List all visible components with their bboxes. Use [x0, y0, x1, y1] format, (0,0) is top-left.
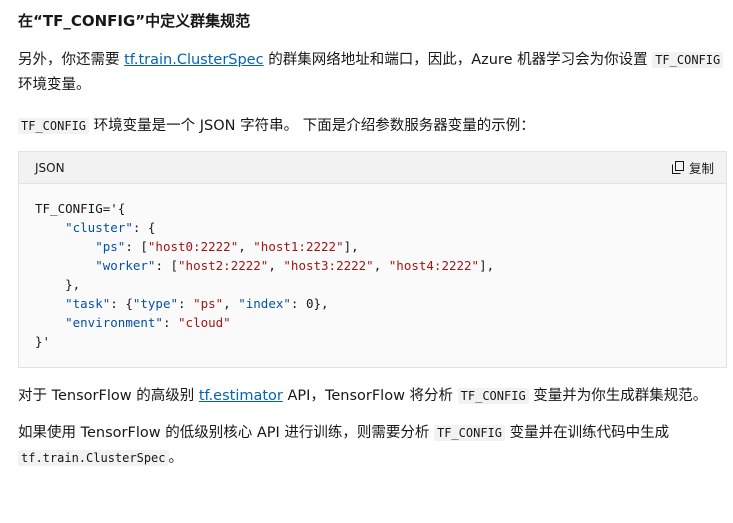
- code-key: "task": [65, 296, 111, 311]
- code-line: "worker": ["host2:2222", "host3:2222", "…: [95, 258, 495, 273]
- code-key: "ps": [95, 239, 126, 254]
- inline-code-cluster-spec: tf.train.ClusterSpec: [18, 450, 169, 466]
- code-string: "host4:2222": [388, 258, 480, 273]
- copy-label: 复制: [688, 161, 714, 176]
- code-key: "cluster": [65, 220, 133, 235]
- link-tf-estimator[interactable]: tf.estimator: [199, 388, 283, 404]
- code-line: TF_CONFIG='{: [35, 201, 126, 216]
- code-language-label: JSON: [35, 160, 65, 175]
- inline-code-tf-config: TF_CONFIG: [433, 425, 506, 441]
- text: 对于 TensorFlow 的高级别: [18, 388, 199, 404]
- code-string: "host1:2222": [253, 239, 344, 254]
- text: 变量并在训练代码中生成: [505, 425, 670, 441]
- inline-code-tf-config: TF_CONFIG: [457, 388, 529, 404]
- inline-code-tf-config: TF_CONFIG: [18, 118, 90, 134]
- paragraph-cluster-spec: 另外，你还需要 tf.train.ClusterSpec 的群集网络地址和端口，…: [18, 48, 726, 98]
- code-content[interactable]: TF_CONFIG='{ "cluster": { "ps": ["host0:…: [19, 184, 726, 367]
- text: 如果使用 TensorFlow 的低级别核心 API 进行训练，则需要分析: [18, 425, 434, 441]
- section-heading: 在“TF_CONFIG”中定义群集规范: [18, 12, 251, 30]
- inline-code-tf-config: TF_CONFIG: [652, 52, 724, 68]
- code-block-header: JSON 复制: [19, 152, 726, 184]
- code-line: "ps": ["host0:2222", "host1:2222"],: [95, 239, 359, 254]
- code-block: JSON 复制 TF_CONFIG='{ "cluster": { "ps": …: [18, 151, 727, 368]
- text: 的群集网络地址和端口，因此，Azure 机器学习会为你设置: [263, 52, 653, 68]
- paragraph-tf-config-json: TF_CONFIG 环境变量是一个 JSON 字符串。 下面是介绍参数服务器变量…: [18, 114, 726, 139]
- text: 环境变量是一个 JSON 字符串。 下面是介绍参数服务器变量的示例：: [89, 118, 535, 134]
- code-string: "host0:2222": [147, 239, 239, 254]
- code-key: "type": [132, 296, 178, 311]
- article-content: 在“TF_CONFIG”中定义群集规范 另外，你还需要 tf.train.Clu…: [18, 0, 727, 471]
- paragraph-tf-estimator: 对于 TensorFlow 的高级别 tf.estimator API，Tens…: [18, 384, 726, 409]
- code-key: "index": [238, 296, 291, 311]
- code-key: "worker": [95, 258, 156, 273]
- text: 变量并为你生成群集规范。: [528, 388, 708, 404]
- code-key: "environment": [65, 315, 163, 330]
- code-string: "ps": [193, 296, 224, 311]
- copy-button[interactable]: 复制: [671, 158, 714, 177]
- code-line: "environment": "cloud": [65, 315, 231, 330]
- code-line: },: [35, 277, 81, 292]
- code-line: "task": {"type": "ps", "index": 0},: [65, 296, 329, 311]
- code-line: }': [35, 334, 51, 349]
- code-line: "cluster": {: [65, 220, 156, 235]
- text: 环境变量。: [18, 77, 91, 93]
- text: 。: [168, 450, 184, 466]
- text: API，TensorFlow 将分析: [282, 388, 458, 404]
- code-string: "host3:2222": [283, 258, 374, 273]
- code-string: "host2:2222": [178, 258, 269, 273]
- copy-icon: [671, 161, 684, 174]
- link-cluster-spec[interactable]: tf.train.ClusterSpec: [124, 52, 263, 68]
- paragraph-core-api: 如果使用 TensorFlow 的低级别核心 API 进行训练，则需要分析 TF…: [18, 421, 726, 471]
- code-string: "cloud": [178, 315, 231, 330]
- text: 另外，你还需要: [18, 52, 125, 68]
